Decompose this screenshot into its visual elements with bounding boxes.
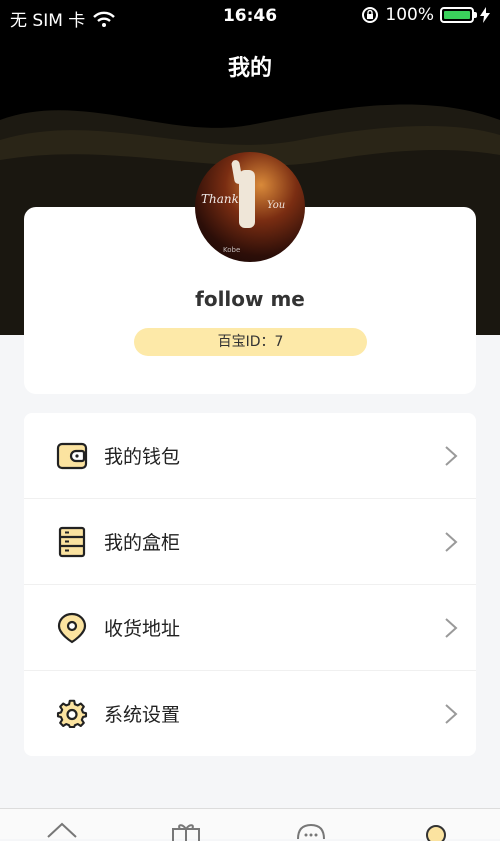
- chevron-right-icon: [445, 704, 458, 724]
- battery-percent: 100%: [385, 5, 434, 25]
- status-bar: 无 SIM 卡 16:46 100%: [0, 0, 500, 34]
- menu-list: 我的钱包 我的盒柜 收货地址 系统设置: [24, 413, 476, 756]
- profile-icon[interactable]: [420, 821, 452, 841]
- charging-icon: [480, 7, 490, 23]
- location-pin-icon: [57, 612, 87, 644]
- chevron-right-icon: [445, 446, 458, 466]
- tab-bar: [0, 808, 500, 841]
- wallet-icon: [56, 442, 88, 470]
- battery-icon: [440, 7, 477, 23]
- menu-item-address[interactable]: 收货地址: [24, 585, 476, 671]
- chat-icon[interactable]: [295, 821, 327, 841]
- chevron-right-icon: [445, 618, 458, 638]
- rotation-lock-icon: [362, 7, 379, 23]
- gift-icon[interactable]: [170, 821, 202, 841]
- menu-label-settings: 系统设置: [104, 704, 181, 726]
- home-icon[interactable]: [46, 821, 78, 841]
- cabinet-icon: [58, 526, 86, 558]
- user-id-badge: 百宝ID：7: [134, 328, 367, 356]
- avatar[interactable]: Thank You Kobe: [195, 152, 305, 262]
- avatar-text-you: You: [267, 200, 286, 211]
- avatar-text-kobe: Kobe: [223, 246, 241, 254]
- avatar-text-thank: Thank: [201, 192, 239, 206]
- page-title: 我的: [227, 56, 272, 81]
- menu-label-wallet: 我的钱包: [104, 446, 181, 468]
- menu-item-settings[interactable]: 系统设置: [24, 671, 476, 756]
- menu-label-cabinet: 我的盒柜: [104, 532, 181, 554]
- chevron-right-icon: [445, 532, 458, 552]
- gear-icon: [56, 699, 88, 729]
- menu-item-cabinet[interactable]: 我的盒柜: [24, 499, 476, 585]
- menu-item-wallet[interactable]: 我的钱包: [24, 413, 476, 499]
- username: follow me: [195, 287, 305, 311]
- menu-label-address: 收货地址: [104, 618, 181, 640]
